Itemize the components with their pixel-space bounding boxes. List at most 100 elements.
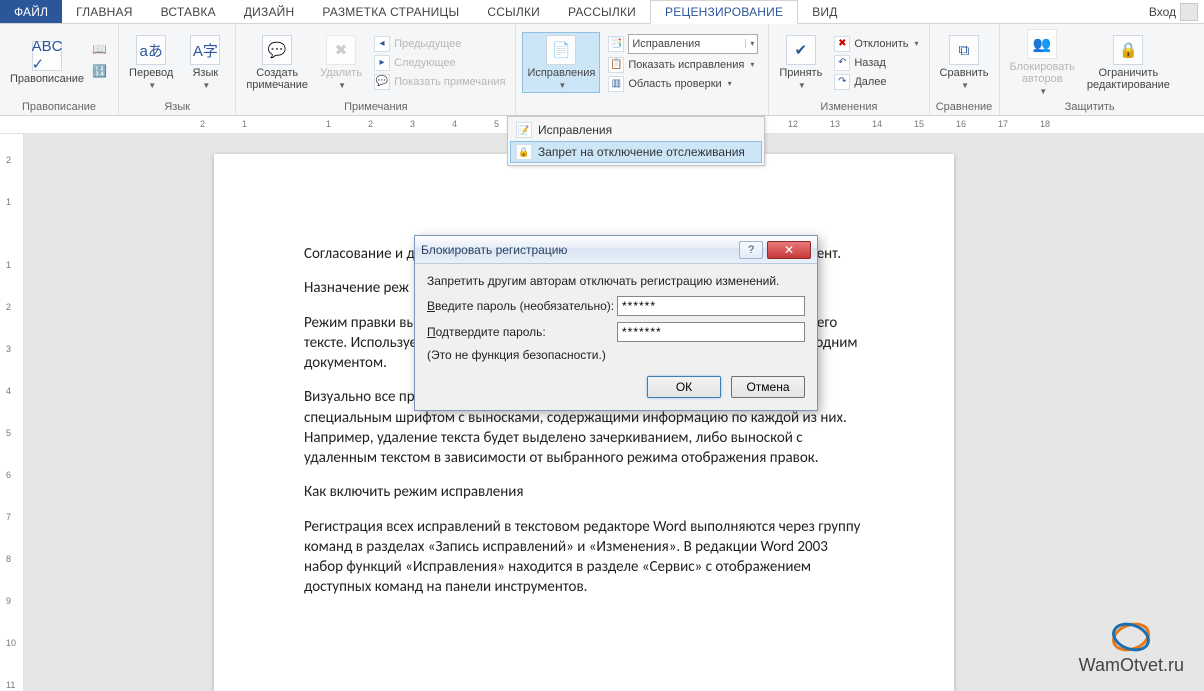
group-language-label: Язык	[125, 99, 229, 115]
dropdown-item1-label: Исправления	[538, 123, 612, 137]
group-language: aあ Перевод ▼ A字 Язык ▼ Язык	[119, 24, 236, 115]
track-changes-button[interactable]: 📄 Исправления ▼	[522, 32, 600, 93]
block-authors-button[interactable]: 👥 Блокировать авторов ▼	[1006, 27, 1079, 98]
tab-mailings[interactable]: РАССЫЛКИ	[554, 0, 650, 23]
group-protect: 👥 Блокировать авторов ▼ 🔒 Ограничить ред…	[1000, 24, 1180, 115]
confirm-password-input[interactable]	[617, 322, 805, 342]
dialog-note: (Это не функция безопасности.)	[427, 348, 805, 362]
chevron-down-icon: ▾	[915, 39, 919, 48]
dialog-help-button[interactable]: ?	[739, 241, 763, 259]
group-tracking: 📄 Исправления ▼ 📑Исправления▾ 📋 Показать …	[516, 24, 769, 115]
reject-icon: ✖	[834, 36, 850, 52]
tab-file[interactable]: ФАЙЛ	[0, 0, 62, 23]
password-input[interactable]	[617, 296, 805, 316]
previous-change-label: Назад	[854, 57, 886, 69]
dropdown-item2-label: Запрет на отключение отслеживания	[538, 145, 745, 159]
spelling-button[interactable]: ABC✓ Правописание	[6, 39, 88, 87]
dropdown-track-changes[interactable]: 📝 Исправления	[510, 119, 762, 141]
ruler-vertical[interactable]: 211234567891011	[0, 134, 24, 691]
chevron-down-icon: ▾	[750, 60, 754, 69]
group-tracking-label	[522, 99, 762, 115]
show-comments-label: Показать примечания	[394, 76, 505, 88]
accept-label: Принять	[779, 67, 822, 79]
tab-view[interactable]: ВИД	[798, 0, 851, 23]
show-comments-button[interactable]: 💬 Показать примечания	[370, 73, 509, 91]
document-area[interactable]: Согласование и дополнений в текст докуме…	[24, 134, 1204, 691]
reject-button[interactable]: ✖ Отклонить ▾	[830, 35, 922, 53]
group-proofing-label: Правописание	[6, 99, 112, 115]
new-comment-button[interactable]: 💬 Создать примечание	[242, 33, 312, 93]
chevron-down-icon: ▾	[728, 79, 732, 88]
group-compare: ⧉ Сравнить ▼ Сравнение	[930, 24, 1000, 115]
paragraph: Как включить режим исправления	[304, 482, 864, 502]
compare-button[interactable]: ⧉ Сравнить ▼	[936, 33, 993, 92]
show-markup-button[interactable]: 📋 Показать исправления ▾	[604, 56, 762, 74]
next-comment-label: Следующее	[394, 57, 456, 69]
ribbon: ABC✓ Правописание 📖 🔢 Правописание aあ Пе…	[0, 24, 1204, 116]
restrict-icon: 🔒	[1113, 35, 1143, 65]
ok-button[interactable]: ОК	[647, 376, 721, 398]
lock-item-icon: 🔒	[516, 144, 532, 160]
cancel-button[interactable]: Отмена	[731, 376, 805, 398]
wordcount-icon[interactable]: 🔢	[92, 64, 112, 84]
dialog-close-button[interactable]: ✕	[767, 241, 811, 259]
chevron-down-icon: ▼	[338, 81, 346, 90]
tab-design[interactable]: ДИЗАЙН	[230, 0, 309, 23]
markup-icon: 📋	[608, 57, 624, 73]
prev-icon: ◂	[374, 36, 390, 52]
compare-icon: ⧉	[949, 35, 979, 65]
password-label: Введите пароль (необязательно):	[427, 299, 617, 313]
tab-review[interactable]: РЕЦЕНЗИРОВАНИЕ	[650, 0, 798, 24]
avatar-icon	[1180, 3, 1198, 21]
thesaurus-icon[interactable]: 📖	[92, 42, 112, 62]
dropdown-lock-tracking[interactable]: 🔒 Запрет на отключение отслеживания	[510, 141, 762, 163]
chevron-down-icon: ▼	[1039, 87, 1047, 96]
restrict-editing-button[interactable]: 🔒 Ограничить редактирование	[1083, 33, 1174, 93]
compare-label: Сравнить	[940, 67, 989, 79]
prev-comment-label: Предыдущее	[394, 38, 461, 50]
accept-button[interactable]: ✔ Принять ▼	[775, 33, 826, 92]
menu-tabs: ФАЙЛ ГЛАВНАЯ ВСТАВКА ДИЗАЙН РАЗМЕТКА СТР…	[0, 0, 1204, 24]
next-change-button[interactable]: ↷Далее	[830, 73, 922, 91]
dialog-body: Запретить другим авторам отключать регис…	[415, 264, 817, 368]
language-icon: A字	[190, 35, 220, 65]
dialog-titlebar[interactable]: Блокировать регистрацию ? ✕	[415, 236, 817, 264]
login-label: Вход	[1149, 5, 1176, 19]
group-comments: 💬 Создать примечание ✖ Удалить ▼ ◂ Предыд…	[236, 24, 516, 115]
show-markup-label: Показать исправления	[628, 59, 744, 71]
next-comment-button[interactable]: ▸ Следующее	[370, 54, 509, 72]
workspace: 211234567891011 Согласование и дополнени…	[0, 134, 1204, 691]
tab-references[interactable]: ССЫЛКИ	[473, 0, 554, 23]
reject-label: Отклонить	[854, 38, 908, 50]
confirm-password-label: Подтвердите пароль:	[427, 325, 617, 339]
delete-comment-button[interactable]: ✖ Удалить ▼	[316, 33, 366, 92]
chevron-down-icon: ▼	[202, 81, 210, 90]
reviewing-pane-label: Область проверки	[628, 78, 721, 90]
language-button[interactable]: A字 Язык ▼	[181, 33, 229, 92]
track-item-icon: 📝	[516, 122, 532, 138]
chevron-down-icon: ▼	[148, 81, 156, 90]
next-icon: ▸	[374, 55, 390, 71]
spellcheck-icon: ABC✓	[32, 41, 62, 71]
tab-insert[interactable]: ВСТАВКА	[147, 0, 230, 23]
prev-comment-button[interactable]: ◂ Предыдущее	[370, 35, 509, 53]
group-changes-label: Изменения	[775, 99, 922, 115]
login-link[interactable]: Вход	[1143, 0, 1204, 23]
reviewing-pane-button[interactable]: ▥ Область проверки ▾	[604, 75, 762, 93]
restrict-editing-label: Ограничить редактирование	[1087, 67, 1170, 91]
display-for-review-combo[interactable]: 📑Исправления▾	[604, 33, 762, 55]
previous-change-button[interactable]: ↶Назад	[830, 54, 922, 72]
tab-page-layout[interactable]: РАЗМЕТКА СТРАНИЦЫ	[308, 0, 473, 23]
paragraph: Регистрация всех исправлений в текстовом…	[304, 517, 864, 598]
watermark-logo-icon	[1109, 619, 1153, 655]
track-changes-label: Исправления	[527, 67, 595, 79]
lock-tracking-dialog: Блокировать регистрацию ? ✕ Запретить др…	[414, 235, 818, 411]
translate-button[interactable]: aあ Перевод ▼	[125, 33, 177, 92]
next-change-label: Далее	[854, 76, 886, 88]
tab-home[interactable]: ГЛАВНАЯ	[62, 0, 146, 23]
new-comment-icon: 💬	[262, 35, 292, 65]
delete-comment-icon: ✖	[326, 35, 356, 65]
pane-icon: ▥	[608, 76, 624, 92]
show-icon: 💬	[374, 74, 390, 90]
group-comments-label: Примечания	[242, 99, 509, 115]
